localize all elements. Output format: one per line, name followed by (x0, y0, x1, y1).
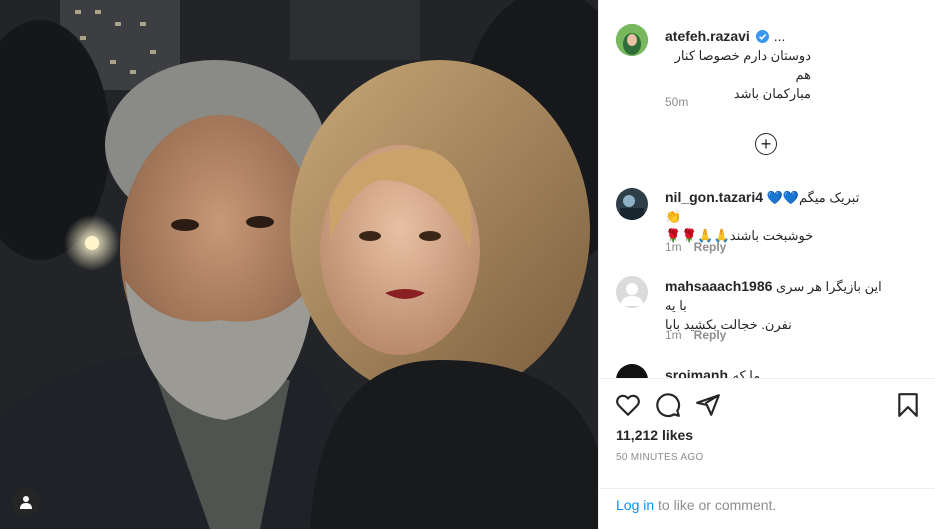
likes-count[interactable]: 11,212 likes (616, 427, 693, 443)
post-photo[interactable] (0, 0, 598, 529)
comment-time: 1m (665, 328, 682, 342)
side-panel: atefeh.razavi ... دوستان دارم خصوصا کنار… (598, 0, 935, 529)
photo-image (0, 0, 598, 529)
heart-icon[interactable] (615, 392, 641, 418)
default-avatar-icon (616, 276, 648, 308)
login-link[interactable]: Log in (616, 497, 654, 513)
login-bar: Log in to like or comment. (599, 488, 935, 530)
caption-line-1: دوستان دارم خصوصا کنار هم (674, 48, 811, 82)
bookmark-icon[interactable] (895, 392, 921, 418)
author-avatar[interactable] (616, 24, 648, 56)
reply-button[interactable]: Reply (694, 328, 727, 342)
post-time: 50 MINUTES AGO (616, 452, 704, 463)
comment-1-first-line: nil_gon.tazari4 تبریک میگم💙💙👏 (665, 188, 865, 226)
comment-text-line-1: ما که (732, 368, 761, 378)
author-username[interactable]: atefeh.razavi (665, 28, 750, 44)
comment-3: sroimanh ما که (665, 366, 760, 378)
share-icon[interactable] (695, 392, 721, 418)
person-icon (20, 496, 32, 509)
comment-username[interactable]: mahsaaach1986 (665, 278, 772, 294)
comment-username[interactable]: sroimanh (665, 367, 728, 378)
login-prompt: Log in to like or comment. (616, 497, 776, 513)
plus-icon: + (760, 134, 772, 154)
caption-header: atefeh.razavi ... (665, 28, 785, 48)
comment-username[interactable]: nil_gon.tazari4 (665, 189, 763, 205)
comment-time: 1m (665, 240, 682, 254)
comment-meta: 1m Reply (665, 240, 738, 254)
comment-2-first-line: mahsaaach1986 این بازیگرا هر سری با یه (665, 277, 890, 315)
comment-avatar[interactable] (616, 276, 648, 308)
comments-section[interactable]: atefeh.razavi ... دوستان دارم خصوصا کنار… (599, 0, 935, 378)
author-avatar-image (616, 24, 648, 56)
comment-avatar-image (616, 188, 648, 220)
comment-1: nil_gon.tazari4 تبریک میگم💙💙👏 خوشبخت باش… (665, 188, 865, 245)
login-prompt-text: to like or comment. (658, 497, 777, 513)
comment-avatar[interactable] (616, 188, 648, 220)
comment-meta: 1m Reply (665, 328, 738, 342)
comment-icon[interactable] (655, 392, 681, 418)
caption-time: 50m (665, 95, 689, 109)
reply-button[interactable]: Reply (694, 240, 727, 254)
comment-avatar[interactable] (616, 364, 648, 378)
more-dots[interactable]: ... (774, 28, 786, 44)
load-more-comments-button[interactable]: + (755, 133, 777, 155)
actions-bar: 11,212 likes 50 MINUTES AGO (599, 378, 935, 489)
comment-2: mahsaaach1986 این بازیگرا هر سری با یه ن… (665, 277, 890, 334)
user-tag-icon[interactable] (12, 488, 40, 516)
